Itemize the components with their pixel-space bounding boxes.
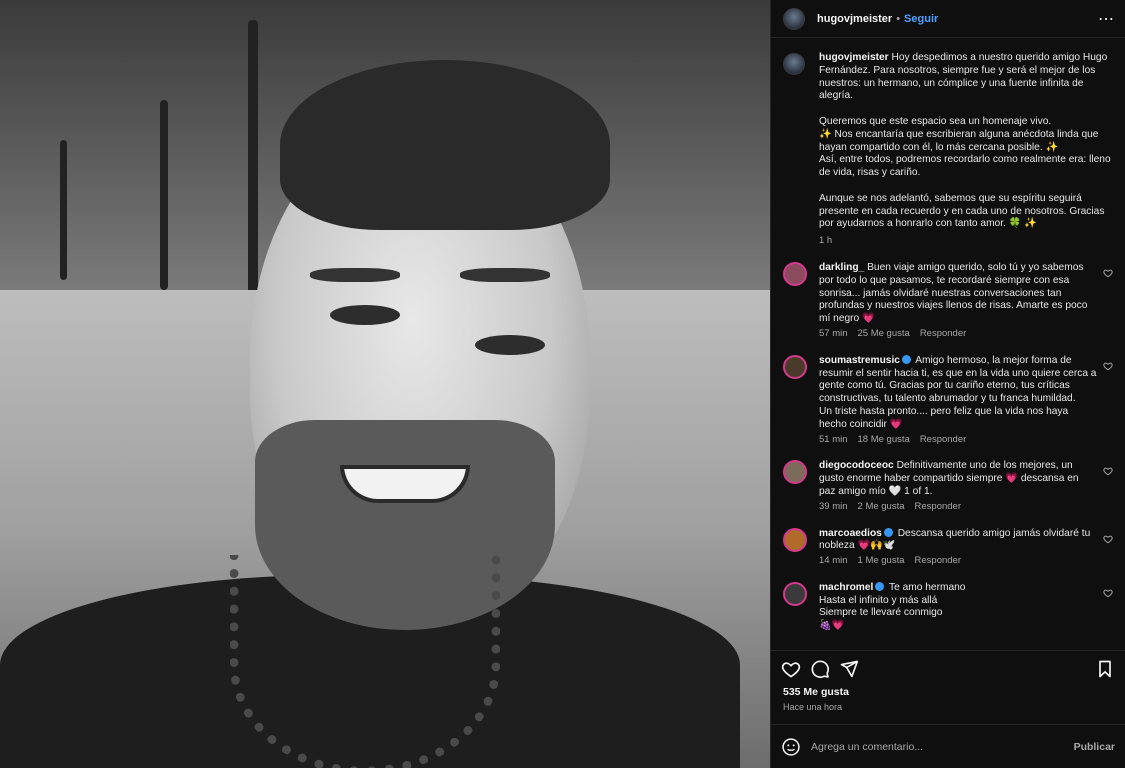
comment-item: darkling_ Buen viaje amigo querido, solo… bbox=[783, 261, 1113, 341]
caption-username[interactable]: hugovjmeister bbox=[819, 52, 889, 63]
comment-item: machromel Te amo hermano Hasta el infini… bbox=[783, 581, 1113, 633]
comment-icon[interactable] bbox=[810, 659, 830, 679]
comment-like-icon[interactable] bbox=[1103, 466, 1113, 476]
follow-button[interactable]: Seguir bbox=[904, 13, 938, 25]
caption-time: 1 h bbox=[819, 235, 833, 247]
comment-like-icon[interactable] bbox=[1103, 588, 1113, 598]
comment-likes[interactable]: 18 Me gusta bbox=[858, 434, 910, 445]
comment-time: 39 min bbox=[819, 500, 848, 512]
reply-button[interactable]: Responder bbox=[920, 328, 966, 339]
commenter-username[interactable]: machromel bbox=[819, 582, 873, 593]
post-time: Hace una hora bbox=[783, 702, 843, 712]
photo-necklace bbox=[230, 555, 500, 768]
commenter-username[interactable]: soumastremusic bbox=[819, 355, 900, 366]
post-modal: hugovjmeister • Seguir ⋯ hugovjmeister H… bbox=[0, 0, 1125, 768]
post-caption: hugovjmeister Hoy despedimos a nuestro q… bbox=[783, 52, 1113, 248]
commenter-username[interactable]: darkling_ bbox=[819, 262, 864, 273]
photo-hair bbox=[280, 60, 610, 230]
comment-like-icon[interactable] bbox=[1103, 361, 1113, 371]
comment-body: diegocodoceoc Definitivamente uno de los… bbox=[819, 460, 1113, 513]
comment-meta: 51 min 18 Me gusta Responder bbox=[819, 434, 1097, 447]
publish-button[interactable]: Publicar bbox=[1074, 741, 1115, 753]
heart-icon[interactable] bbox=[781, 659, 801, 679]
caption-paragraph: Aunque se nos adelantó, sabemos que su e… bbox=[819, 192, 1105, 230]
photo-eye bbox=[475, 335, 545, 355]
author-username[interactable]: hugovjmeister bbox=[817, 13, 892, 25]
tree-trunk bbox=[160, 100, 168, 290]
tree-trunk bbox=[60, 140, 67, 280]
comment-body: machromel Te amo hermano Hasta el infini… bbox=[819, 581, 981, 633]
reply-button[interactable]: Responder bbox=[920, 434, 966, 445]
emoji-icon[interactable] bbox=[781, 737, 801, 757]
likes-count[interactable]: 535 Me gusta bbox=[771, 686, 1125, 702]
share-icon[interactable] bbox=[839, 659, 859, 679]
commenter-avatar[interactable] bbox=[783, 354, 807, 379]
comment-body: darkling_ Buen viaje amigo querido, solo… bbox=[819, 262, 1113, 341]
post-actions bbox=[771, 650, 1125, 686]
comment-likes[interactable]: 2 Me gusta bbox=[858, 501, 905, 512]
commenter-username[interactable]: marcoaedios bbox=[819, 528, 882, 539]
comment-meta: 14 min 1 Me gusta Responder bbox=[819, 555, 1097, 568]
reply-button[interactable]: Responder bbox=[915, 501, 961, 512]
commenter-avatar[interactable] bbox=[783, 581, 807, 606]
photo-eye bbox=[330, 305, 400, 325]
caption-paragraph: Queremos que este espacio sea un homenaj… bbox=[819, 115, 1111, 179]
comment-body: soumastremusic Amigo hermoso, la mejor f… bbox=[819, 354, 1113, 447]
comment-meta: 57 min 25 Me gusta Responder bbox=[819, 328, 1097, 341]
comment-meta: 39 min 2 Me gusta Responder bbox=[819, 501, 1097, 514]
commenter-avatar[interactable] bbox=[783, 460, 807, 485]
caption-avatar[interactable] bbox=[783, 53, 805, 75]
header-separator: • bbox=[896, 12, 901, 25]
comment-like-icon[interactable] bbox=[1103, 268, 1113, 278]
comment-time: 57 min bbox=[819, 327, 848, 339]
comment-item: marcoaedios Descansa querido amigo jamás… bbox=[783, 527, 1113, 568]
photo-brow bbox=[310, 268, 400, 282]
comment-body: marcoaedios Descansa querido amigo jamás… bbox=[819, 527, 1113, 568]
verified-icon bbox=[875, 581, 885, 591]
comment-item: diegocodoceoc Definitivamente uno de los… bbox=[783, 460, 1113, 513]
comment-thread: darkling_ Buen viaje amigo querido, solo… bbox=[783, 261, 1113, 633]
more-options-icon[interactable]: ⋯ bbox=[1098, 9, 1115, 29]
comment-time: 51 min bbox=[819, 433, 848, 445]
comment-input[interactable] bbox=[811, 740, 1074, 753]
comment-like-icon[interactable] bbox=[1103, 534, 1113, 544]
comment-bar: Publicar bbox=[771, 724, 1125, 768]
verified-icon bbox=[883, 527, 893, 537]
reply-button[interactable]: Responder bbox=[915, 555, 961, 566]
commenter-avatar[interactable] bbox=[783, 527, 807, 552]
post-header: hugovjmeister • Seguir ⋯ bbox=[771, 0, 1125, 38]
photo-brow bbox=[460, 268, 550, 282]
comment-likes[interactable]: 1 Me gusta bbox=[858, 555, 905, 566]
comment-time: 14 min bbox=[819, 555, 848, 567]
post-photo[interactable] bbox=[0, 0, 770, 768]
author-avatar[interactable] bbox=[783, 7, 805, 30]
post-side-panel: hugovjmeister • Seguir ⋯ hugovjmeister H… bbox=[770, 0, 1125, 768]
commenter-username[interactable]: diegocodoceoc bbox=[819, 460, 894, 471]
photo-smile bbox=[340, 465, 470, 503]
bookmark-icon[interactable] bbox=[1095, 659, 1115, 679]
commenter-avatar[interactable] bbox=[783, 261, 807, 286]
verified-icon bbox=[901, 354, 911, 364]
comments-list[interactable]: hugovjmeister Hoy despedimos a nuestro q… bbox=[771, 38, 1125, 650]
caption-text: hugovjmeister Hoy despedimos a nuestro q… bbox=[819, 52, 1113, 248]
comment-item: soumastremusic Amigo hermoso, la mejor f… bbox=[783, 354, 1113, 447]
comment-likes[interactable]: 25 Me gusta bbox=[858, 328, 910, 339]
